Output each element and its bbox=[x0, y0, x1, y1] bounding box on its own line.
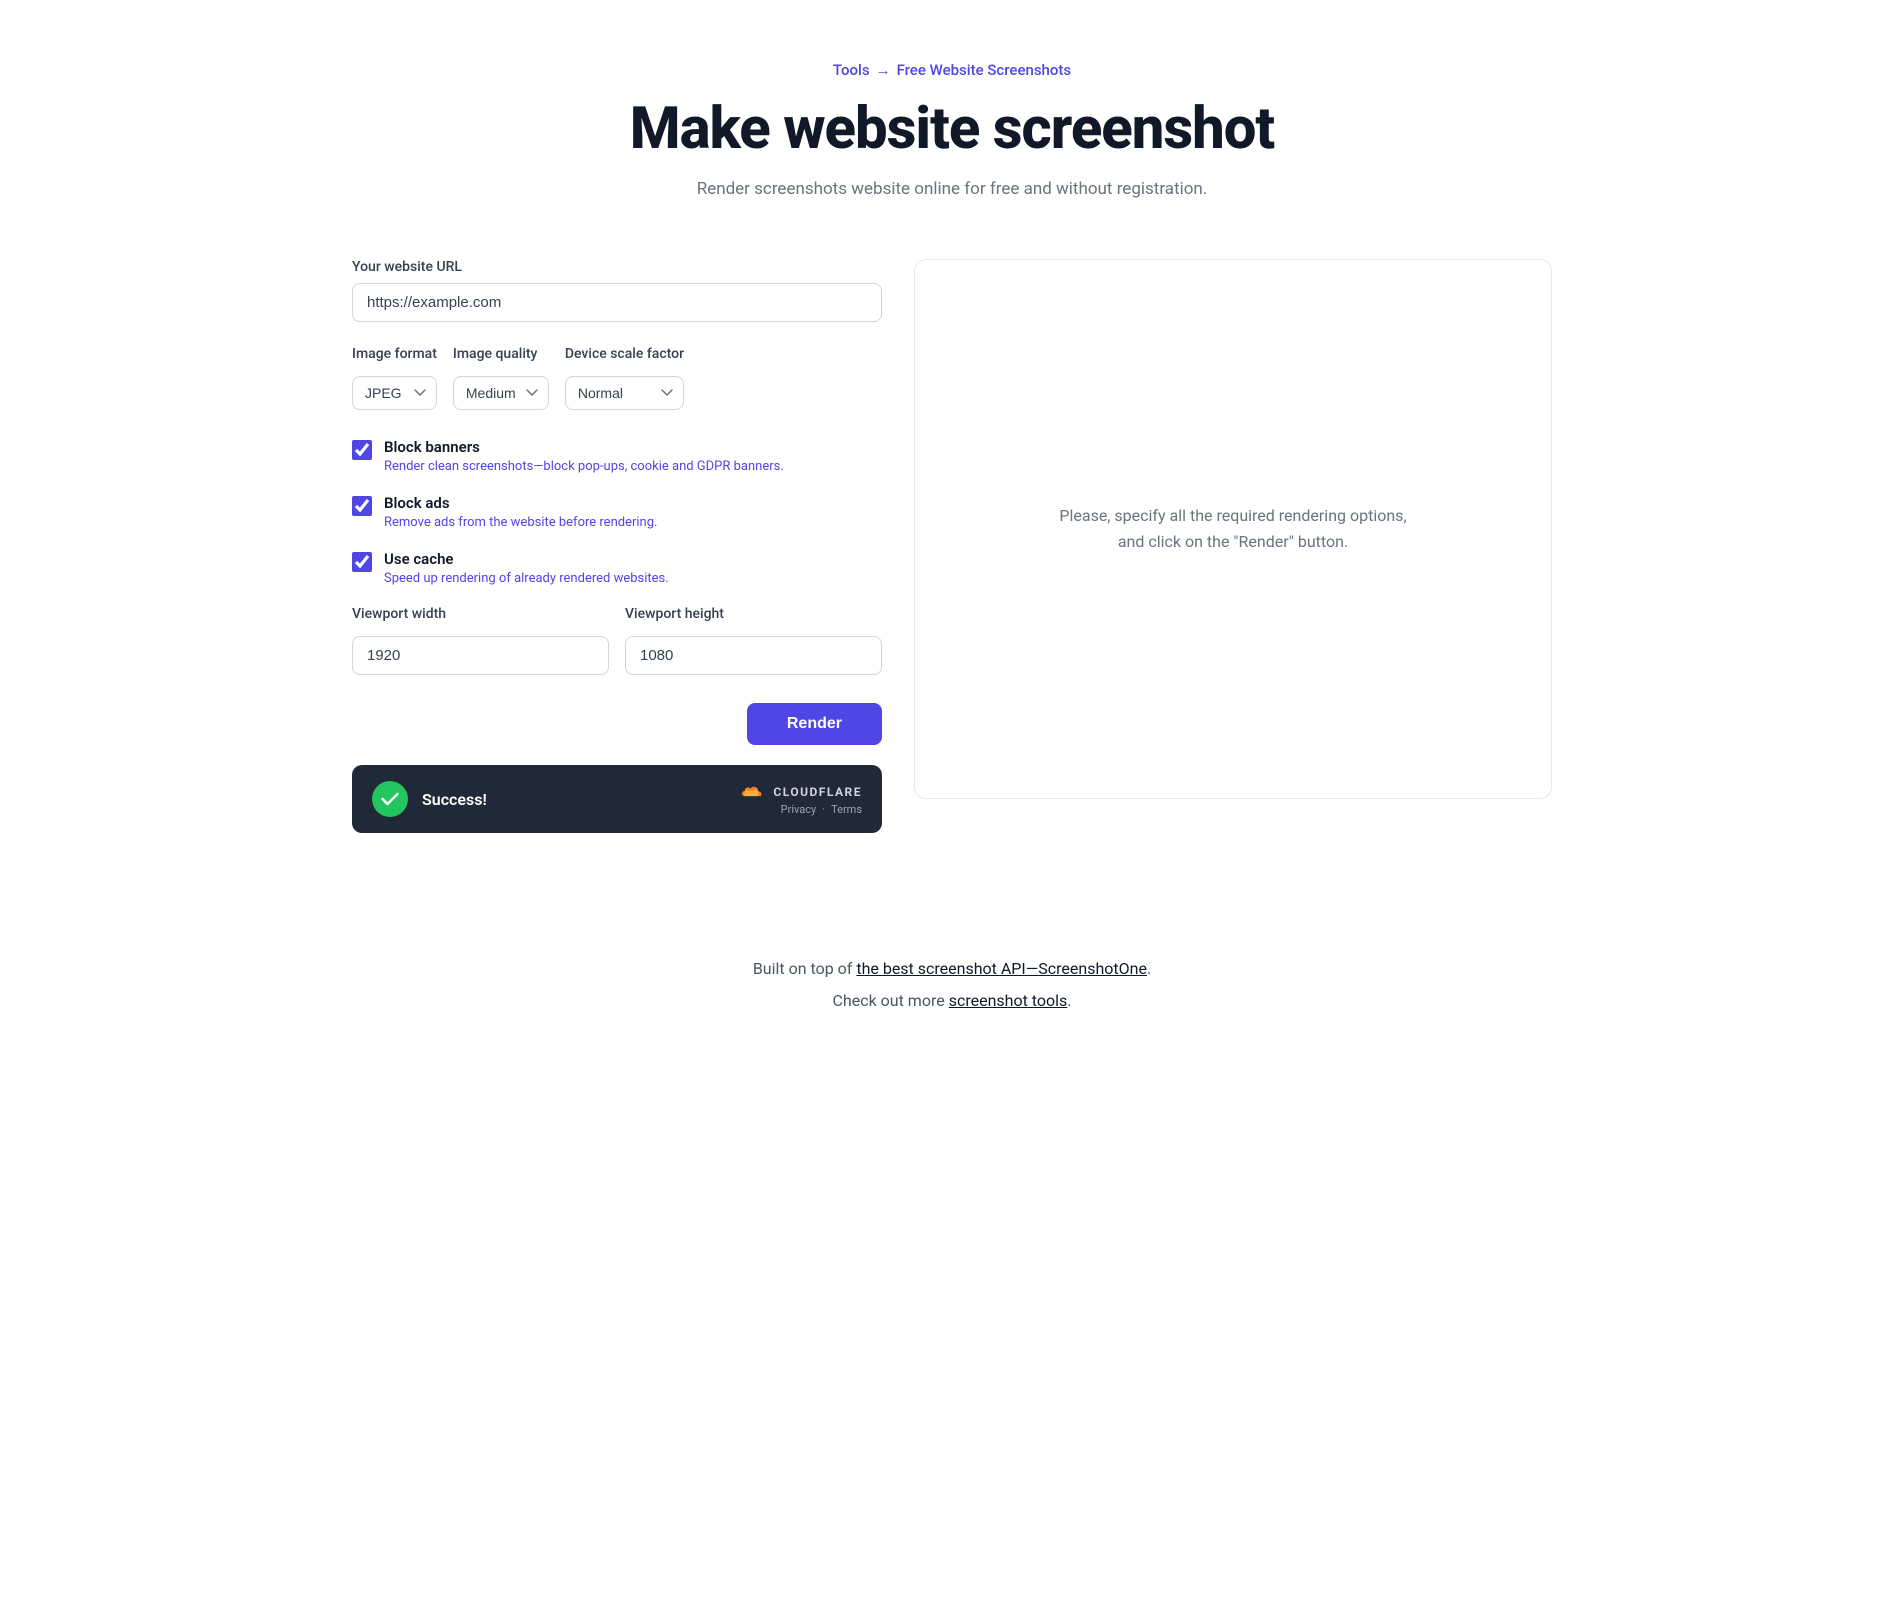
main-content: Your website URL Image format JPEG PNG W… bbox=[352, 259, 1552, 833]
success-check-icon bbox=[372, 781, 408, 817]
use-cache-text: Use cache Speed up rendering of already … bbox=[384, 550, 669, 586]
right-panel: Please, specify all the required renderi… bbox=[914, 259, 1552, 799]
image-format-select[interactable]: JPEG PNG WebP bbox=[352, 376, 437, 410]
device-scale-group: Device scale factor Normal 2x 3x bbox=[565, 346, 684, 410]
use-cache-desc: Speed up rendering of already rendered w… bbox=[384, 571, 669, 586]
block-banners-checkbox[interactable] bbox=[352, 440, 372, 460]
viewport-height-group: Viewport height bbox=[625, 606, 882, 675]
viewport-height-label: Viewport height bbox=[625, 606, 882, 622]
cloudflare-section: CLOUDFLARE Privacy · Terms bbox=[739, 783, 862, 816]
url-label: Your website URL bbox=[352, 259, 882, 275]
breadcrumb-tools[interactable]: Tools bbox=[833, 61, 870, 79]
block-banners-text: Block banners Render clean screenshots—b… bbox=[384, 438, 784, 474]
url-input[interactable] bbox=[352, 283, 882, 322]
use-cache-item: Use cache Speed up rendering of already … bbox=[352, 550, 882, 586]
options-row: Image format JPEG PNG WebP Image quality… bbox=[352, 346, 882, 410]
cloudflare-cloud-icon bbox=[739, 783, 767, 801]
page-wrapper: Tools → Free Website Screenshots Make we… bbox=[0, 0, 1904, 1097]
viewport-row: Viewport width Viewport height bbox=[352, 606, 882, 675]
footer: Built on top of the best screenshot API—… bbox=[20, 953, 1884, 1017]
use-cache-checkbox[interactable] bbox=[352, 552, 372, 572]
page-title: Make website screenshot bbox=[20, 95, 1884, 163]
render-btn-row: Render bbox=[352, 703, 882, 745]
footer-line2: Check out more screenshot tools. bbox=[20, 985, 1884, 1017]
block-ads-checkbox[interactable] bbox=[352, 496, 372, 516]
preview-placeholder: Please, specify all the required renderi… bbox=[1053, 503, 1413, 554]
block-banners-desc: Render clean screenshots—block pop-ups, … bbox=[384, 459, 784, 474]
image-quality-label: Image quality bbox=[453, 346, 549, 362]
use-cache-label: Use cache bbox=[384, 550, 669, 568]
cloudflare-logo: CLOUDFLARE bbox=[739, 783, 862, 801]
success-text: Success! bbox=[422, 790, 487, 809]
footer-line1: Built on top of the best screenshot API—… bbox=[20, 953, 1884, 985]
viewport-width-group: Viewport width bbox=[352, 606, 609, 675]
block-banners-label: Block banners bbox=[384, 438, 784, 456]
breadcrumb: Tools → Free Website Screenshots bbox=[833, 61, 1071, 79]
breadcrumb-arrow: → bbox=[876, 61, 891, 79]
device-scale-select[interactable]: Normal 2x 3x bbox=[565, 376, 684, 410]
footer-line1-suffix: . bbox=[1147, 959, 1151, 978]
image-format-group: Image format JPEG PNG WebP bbox=[352, 346, 437, 410]
checkbox-group: Block banners Render clean screenshots—b… bbox=[352, 438, 882, 586]
privacy-link[interactable]: Privacy bbox=[781, 803, 817, 816]
footer-line1-prefix: Built on top of bbox=[753, 959, 857, 978]
page-subtitle: Render screenshots website online for fr… bbox=[20, 179, 1884, 199]
cloudflare-links: Privacy · Terms bbox=[781, 803, 862, 816]
image-quality-group: Image quality Low Medium High bbox=[453, 346, 549, 410]
success-banner: Success! CLOUDFLARE Privacy · Te bbox=[352, 765, 882, 833]
block-ads-label: Block ads bbox=[384, 494, 657, 512]
header: Tools → Free Website Screenshots Make we… bbox=[20, 60, 1884, 199]
viewport-width-label: Viewport width bbox=[352, 606, 609, 622]
breadcrumb-page[interactable]: Free Website Screenshots bbox=[897, 61, 1072, 79]
url-field-group: Your website URL bbox=[352, 259, 882, 346]
cloudflare-dot: · bbox=[822, 803, 825, 816]
device-scale-label: Device scale factor bbox=[565, 346, 684, 362]
viewport-width-input[interactable] bbox=[352, 636, 609, 675]
footer-line2-suffix: . bbox=[1067, 991, 1071, 1010]
image-quality-select[interactable]: Low Medium High bbox=[453, 376, 549, 410]
render-button[interactable]: Render bbox=[747, 703, 882, 745]
screenshot-api-link[interactable]: the best screenshot API—ScreenshotOne bbox=[856, 959, 1147, 978]
cloudflare-name: CLOUDFLARE bbox=[773, 785, 862, 799]
success-left: Success! bbox=[372, 781, 487, 817]
left-panel: Your website URL Image format JPEG PNG W… bbox=[352, 259, 882, 833]
block-ads-item: Block ads Remove ads from the website be… bbox=[352, 494, 882, 530]
viewport-height-input[interactable] bbox=[625, 636, 882, 675]
terms-link[interactable]: Terms bbox=[831, 803, 862, 816]
block-banners-item: Block banners Render clean screenshots—b… bbox=[352, 438, 882, 474]
footer-line2-prefix: Check out more bbox=[832, 991, 948, 1010]
screenshot-tools-link[interactable]: screenshot tools bbox=[949, 991, 1068, 1010]
block-ads-desc: Remove ads from the website before rende… bbox=[384, 515, 657, 530]
block-ads-text: Block ads Remove ads from the website be… bbox=[384, 494, 657, 530]
image-format-label: Image format bbox=[352, 346, 437, 362]
